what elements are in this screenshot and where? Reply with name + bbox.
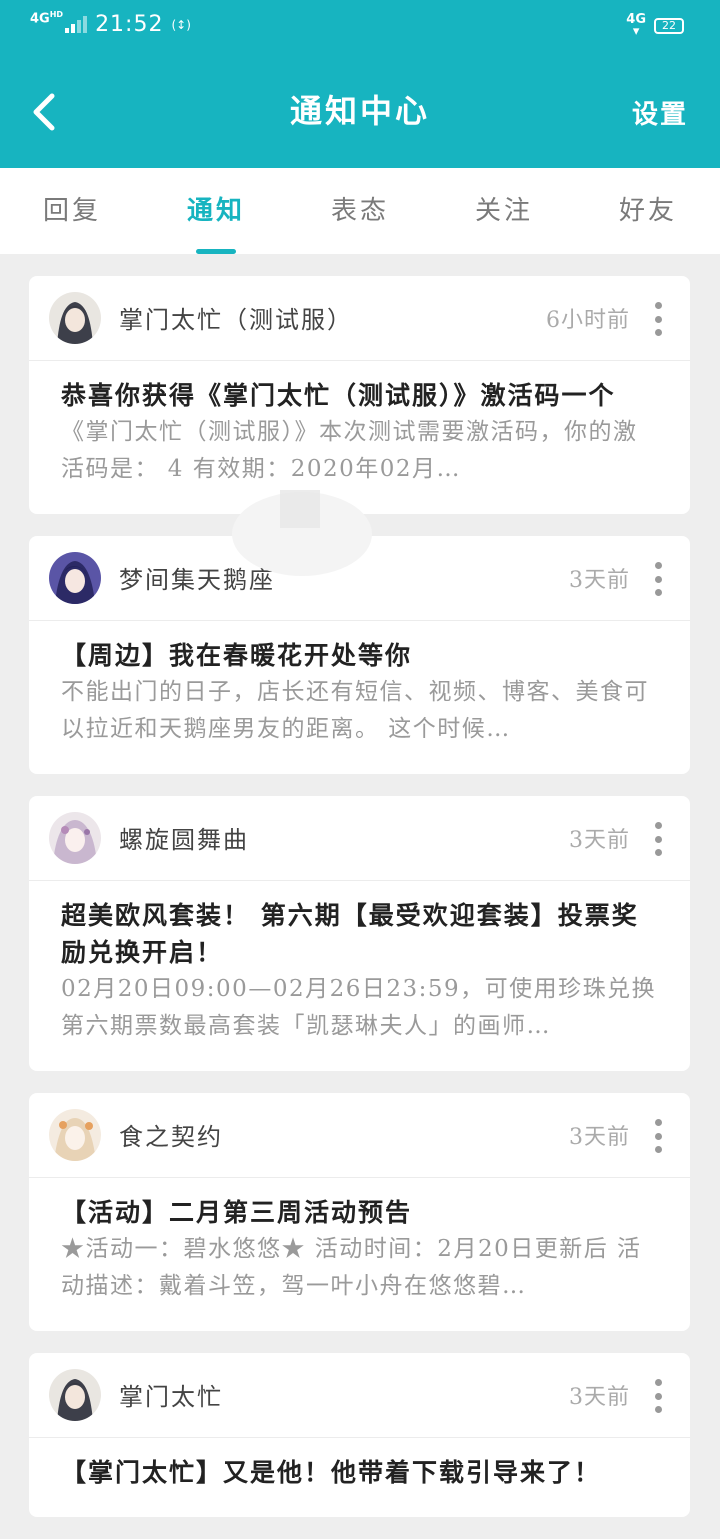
author-name: 掌门太忙（测试服） <box>119 306 353 334</box>
card-header: 食之契约 3天前 <box>29 1093 690 1178</box>
status-right: 4G ▾ 22 <box>626 12 684 39</box>
card-body: 超美欧风套装！ 第六期【最受欢迎套装】投票奖励兑换开启！ 02月20日09:00… <box>29 881 690 1071</box>
status-clock: 21:52 <box>95 12 164 37</box>
data-activity-icon: (↕) <box>171 17 191 32</box>
card-body: 【活动】二月第三周活动预告 ★活动一：碧水悠悠★ 活动时间：2月20日更新后 活… <box>29 1178 690 1331</box>
avatar[interactable] <box>49 1109 101 1161</box>
avatar-image <box>49 1369 101 1421</box>
post-excerpt: 不能出门的日子，店长还有短信、视频、博客、美食可以拉近和天鹅座男友的距离。 这个… <box>61 679 649 742</box>
tab-reaction[interactable]: 表态 <box>288 168 432 254</box>
notification-card[interactable]: 螺旋圆舞曲 3天前 超美欧风套装！ 第六期【最受欢迎套装】投票奖励兑换开启！ 0… <box>29 796 690 1071</box>
signal-bars-icon <box>65 15 88 33</box>
post-title: 恭喜你获得《掌门太忙（测试服）》激活码一个 <box>61 381 616 410</box>
avatar-image <box>49 292 101 344</box>
avatar[interactable] <box>49 552 101 604</box>
post-time: 3天前 <box>569 1385 630 1410</box>
page-title: 通知中心 <box>289 92 430 130</box>
tab-label: 表态 <box>330 196 389 226</box>
tab-label: 通知 <box>186 196 245 226</box>
tab-bar: 回复 通知 表态 关注 好友 <box>0 168 720 254</box>
post-time: 3天前 <box>569 1125 630 1150</box>
avatar-image <box>49 1109 101 1161</box>
card-header: 螺旋圆舞曲 3天前 <box>29 796 690 881</box>
tab-label: 回复 <box>42 196 101 226</box>
card-body: 【掌门太忙】又是他！他带着下载引导来了！ <box>29 1438 690 1517</box>
card-header: 梦间集天鹅座 3天前 <box>29 536 690 621</box>
post-excerpt: 《掌门太忙（测试服）》本次测试需要激活码，你的激活码是： 4 有效期：2020年… <box>61 419 638 482</box>
card-body: 恭喜你获得《掌门太忙（测试服）》激活码一个 《掌门太忙（测试服）》本次测试需要激… <box>29 361 690 514</box>
author-name: 掌门太忙 <box>119 1383 223 1411</box>
tab-follow[interactable]: 关注 <box>432 168 576 254</box>
post-time: 3天前 <box>569 828 630 853</box>
title-bar: 通知中心 设置 <box>0 56 720 168</box>
avatar[interactable] <box>49 1369 101 1421</box>
avatar[interactable] <box>49 292 101 344</box>
post-title: 超美欧风套装！ 第六期【最受欢迎套装】投票奖励兑换开启！ <box>61 901 639 967</box>
status-left: 4GHD 21:52 (↕) <box>30 10 191 37</box>
more-vertical-icon[interactable] <box>646 302 670 336</box>
tab-label: 好友 <box>618 196 677 226</box>
tab-reply[interactable]: 回复 <box>0 168 144 254</box>
post-excerpt: ★活动一：碧水悠悠★ 活动时间：2月20日更新后 活动描述：戴着斗笠，驾一叶小舟… <box>61 1236 642 1299</box>
active-tab-indicator <box>196 249 236 254</box>
tab-label: 关注 <box>474 196 533 226</box>
avatar-image <box>49 812 101 864</box>
more-vertical-icon[interactable] <box>646 562 670 596</box>
network-type-left: 4GHD <box>30 10 64 27</box>
app-header-background: 4GHD 21:52 (↕) 4G ▾ 22 通知中心 设置 <box>0 0 720 168</box>
post-excerpt: 02月20日09:00—02月26日23:59，可使用珍珠兑换第六期票数最高套装… <box>61 976 657 1039</box>
author-name: 螺旋圆舞曲 <box>119 826 249 854</box>
card-header: 掌门太忙（测试服） 6小时前 <box>29 276 690 361</box>
network-type-right: 4G ▾ <box>626 12 646 39</box>
notification-card[interactable]: 食之契约 3天前 【活动】二月第三周活动预告 ★活动一：碧水悠悠★ 活动时间：2… <box>29 1093 690 1331</box>
post-title: 【活动】二月第三周活动预告 <box>61 1198 413 1227</box>
notification-card[interactable]: 掌门太忙 3天前 【掌门太忙】又是他！他带着下载引导来了！ <box>29 1353 690 1517</box>
avatar-image <box>49 552 101 604</box>
post-time: 3天前 <box>569 568 630 593</box>
notification-list: 掌门太忙（测试服） 6小时前 恭喜你获得《掌门太忙（测试服）》激活码一个 《掌门… <box>29 276 690 1539</box>
notification-card[interactable]: 掌门太忙（测试服） 6小时前 恭喜你获得《掌门太忙（测试服）》激活码一个 《掌门… <box>29 276 690 514</box>
more-vertical-icon[interactable] <box>646 1119 670 1153</box>
more-vertical-icon[interactable] <box>646 1379 670 1413</box>
post-title: 【掌门太忙】又是他！他带着下载引导来了！ <box>61 1458 602 1487</box>
battery-icon: 22 <box>654 18 684 34</box>
more-vertical-icon[interactable] <box>646 822 670 856</box>
post-title: 【周边】我在春暖花开处等你 <box>61 641 413 670</box>
avatar[interactable] <box>49 812 101 864</box>
post-time: 6小时前 <box>546 308 630 333</box>
tab-friends[interactable]: 好友 <box>576 168 720 254</box>
status-bar: 4GHD 21:52 (↕) 4G ▾ 22 <box>0 0 720 56</box>
notification-card[interactable]: 梦间集天鹅座 3天前 【周边】我在春暖花开处等你 不能出门的日子，店长还有短信、… <box>29 536 690 774</box>
author-name: 梦间集天鹅座 <box>119 566 275 594</box>
author-name: 食之契约 <box>119 1123 223 1151</box>
card-body: 【周边】我在春暖花开处等你 不能出门的日子，店长还有短信、视频、博客、美食可以拉… <box>29 621 690 774</box>
card-header: 掌门太忙 3天前 <box>29 1353 690 1438</box>
tab-notification[interactable]: 通知 <box>144 168 288 254</box>
settings-button[interactable]: 设置 <box>632 94 688 131</box>
